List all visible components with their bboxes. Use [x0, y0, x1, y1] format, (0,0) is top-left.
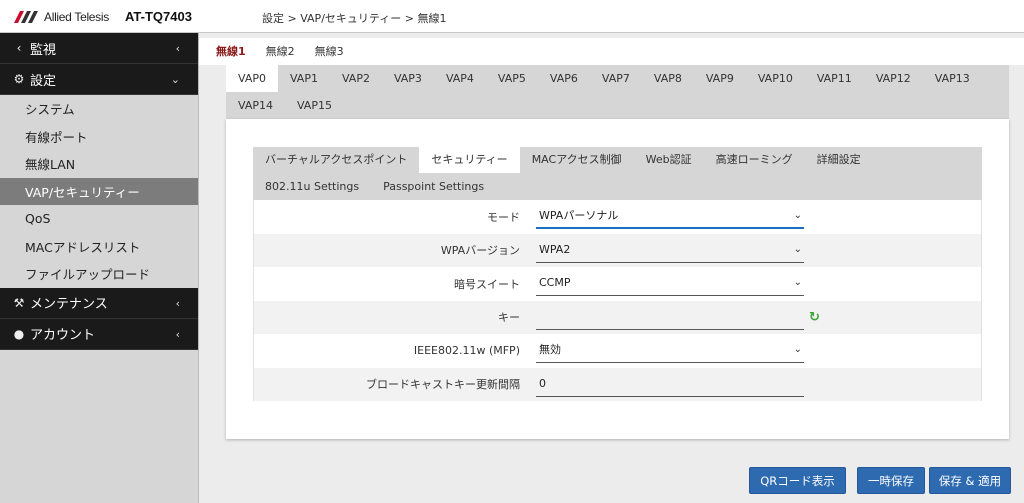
- sidebar-group-settings[interactable]: ⚙ 設定 ⌄: [0, 64, 198, 95]
- tab-vap13[interactable]: VAP13: [923, 65, 982, 92]
- tab-vap6[interactable]: VAP6: [538, 65, 590, 92]
- tab-vap4[interactable]: VAP4: [434, 65, 486, 92]
- breadcrumb: 設定 > VAP/セキュリティー > 無線1: [262, 12, 447, 25]
- chevron-left-icon: ‹: [175, 296, 180, 310]
- device-model: AT-TQ7403: [125, 9, 192, 24]
- tab-vap8[interactable]: VAP8: [642, 65, 694, 92]
- security-sub-tabs: バーチャルアクセスポイント セキュリティー MACアクセス制御 Web認証 高速…: [253, 147, 982, 200]
- logo-text: Allied Telesis: [44, 10, 109, 24]
- sidebar-group-account[interactable]: ● アカウント ‹: [0, 318, 198, 350]
- chevron-down-icon: ⌄: [793, 277, 802, 288]
- tab-vap11[interactable]: VAP11: [805, 65, 864, 92]
- chevron-down-icon: ⌄: [793, 210, 802, 221]
- broadcast-key-input[interactable]: 0: [536, 373, 804, 397]
- logo-mark-icon: [14, 11, 42, 23]
- sidebar-group-label: メンテナンス: [30, 297, 108, 312]
- radio-tabs: 無線1 無線2 無線3: [206, 38, 354, 65]
- tab-radio2[interactable]: 無線2: [256, 38, 305, 65]
- top-header: Allied Telesis AT-TQ7403 設定 > VAP/セキュリティ…: [0, 0, 1024, 33]
- tab-mac-access-control[interactable]: MACアクセス制御: [520, 147, 634, 173]
- tab-vap1[interactable]: VAP1: [278, 65, 330, 92]
- user-icon: ●: [13, 326, 25, 341]
- tab-vap10[interactable]: VAP10: [746, 65, 805, 92]
- wpa-version-select[interactable]: WPA2 ⌄: [536, 239, 804, 263]
- sidebar-item-mac-address-list[interactable]: MACアドレスリスト: [0, 233, 198, 261]
- chevron-left-icon: ‹: [175, 327, 180, 341]
- cipher-label: 暗号スイート: [454, 277, 520, 291]
- sidebar-group-maintenance[interactable]: ⚒ メンテナンス ‹: [0, 287, 198, 319]
- refresh-icon[interactable]: ↻: [809, 310, 820, 325]
- sidebar-group-label: アカウント: [30, 328, 96, 343]
- gear-icon: ⚙: [13, 72, 25, 86]
- sidebar-item-wired-port[interactable]: 有線ポート: [0, 123, 198, 151]
- mode-select[interactable]: WPAパーソナル ⌄: [536, 205, 804, 229]
- form-row-key: キー ↻: [254, 300, 981, 334]
- tab-vap3[interactable]: VAP3: [382, 65, 434, 92]
- wpa-version-value: WPA2: [539, 242, 571, 256]
- sidebar-group-label: 設定: [30, 73, 57, 89]
- chevron-left-icon: ‹: [175, 42, 180, 55]
- form-row-cipher: 暗号スイート CCMP ⌄: [254, 267, 981, 301]
- temp-save-button[interactable]: 一時保存: [857, 467, 925, 494]
- vap-tab-bar: VAP0 VAP1 VAP2 VAP3 VAP4 VAP5 VAP6 VAP7 …: [226, 65, 1009, 119]
- mode-label: モード: [487, 210, 520, 224]
- mfp-select[interactable]: 無効 ⌄: [536, 339, 804, 363]
- sidebar-item-qos[interactable]: QoS: [0, 205, 198, 233]
- qr-code-button[interactable]: QRコード表示: [749, 467, 846, 494]
- chevron-down-icon: ⌄: [793, 243, 802, 255]
- form-row-mode: モード WPAパーソナル ⌄: [254, 200, 981, 234]
- mfp-value: 無効: [539, 343, 561, 356]
- tab-web-auth[interactable]: Web認証: [634, 147, 704, 173]
- mfp-label: IEEE802.11w (MFP): [413, 344, 520, 358]
- tab-vap15[interactable]: VAP15: [285, 92, 344, 119]
- tab-vap14[interactable]: VAP14: [226, 92, 285, 119]
- sidebar-item-vap-security[interactable]: VAP/セキュリティー: [0, 177, 198, 205]
- sidebar-group-label: 監視: [30, 42, 57, 58]
- sidebar-group-monitor[interactable]: ‹ 監視 ‹: [0, 33, 198, 64]
- tab-virtual-ap[interactable]: バーチャルアクセスポイント: [253, 147, 419, 173]
- key-label: キー: [498, 311, 520, 325]
- tab-vap7[interactable]: VAP7: [590, 65, 642, 92]
- tab-advanced[interactable]: 詳細設定: [805, 147, 873, 173]
- tab-vap2[interactable]: VAP2: [330, 65, 382, 92]
- security-form: モード WPAパーソナル ⌄ WPAバージョン WPA2 ⌄ 暗号スイート CC…: [253, 200, 982, 401]
- sidebar-item-file-upload[interactable]: ファイルアップロード: [0, 260, 198, 288]
- mode-value: WPAパーソナル: [539, 209, 619, 222]
- form-row-wpa-version: WPAバージョン WPA2 ⌄: [254, 233, 981, 267]
- form-row-broadcast-key: ブロードキャストキー更新間隔 0: [254, 367, 981, 401]
- broadcast-key-label: ブロードキャストキー更新間隔: [366, 378, 520, 392]
- share-icon: ‹: [16, 41, 22, 55]
- sidebar-item-system[interactable]: システム: [0, 95, 198, 123]
- tab-vap9[interactable]: VAP9: [694, 65, 746, 92]
- form-row-mfp: IEEE802.11w (MFP) 無効 ⌄: [254, 334, 981, 368]
- save-apply-button[interactable]: 保存 & 適用: [929, 467, 1011, 494]
- chevron-down-icon: ⌄: [170, 73, 180, 86]
- sidebar-item-wireless-lan[interactable]: 無線LAN: [0, 150, 198, 178]
- sidebar: ‹ 監視 ‹ ⚙ 設定 ⌄ システム 有線ポート 無線LAN VAP/セキュリテ…: [0, 33, 199, 503]
- cipher-value: CCMP: [539, 276, 571, 289]
- allied-telesis-logo: Allied Telesis: [14, 10, 109, 24]
- cipher-select[interactable]: CCMP ⌄: [536, 272, 804, 296]
- tab-vap12[interactable]: VAP12: [864, 65, 923, 92]
- tab-vap5[interactable]: VAP5: [486, 65, 538, 92]
- tab-radio1[interactable]: 無線1: [206, 38, 256, 65]
- tab-fast-roaming[interactable]: 高速ローミング: [704, 147, 805, 173]
- chevron-down-icon: ⌄: [793, 344, 802, 355]
- wrench-icon: ⚒: [13, 295, 25, 310]
- tab-security[interactable]: セキュリティー: [419, 147, 520, 173]
- key-input[interactable]: [536, 306, 804, 330]
- tab-vap0[interactable]: VAP0: [226, 65, 278, 92]
- tab-80211u[interactable]: 802.11u Settings: [253, 174, 371, 200]
- tab-radio3[interactable]: 無線3: [305, 38, 354, 65]
- wpa-version-label: WPAバージョン: [440, 244, 520, 258]
- tab-passpoint[interactable]: Passpoint Settings: [371, 174, 496, 200]
